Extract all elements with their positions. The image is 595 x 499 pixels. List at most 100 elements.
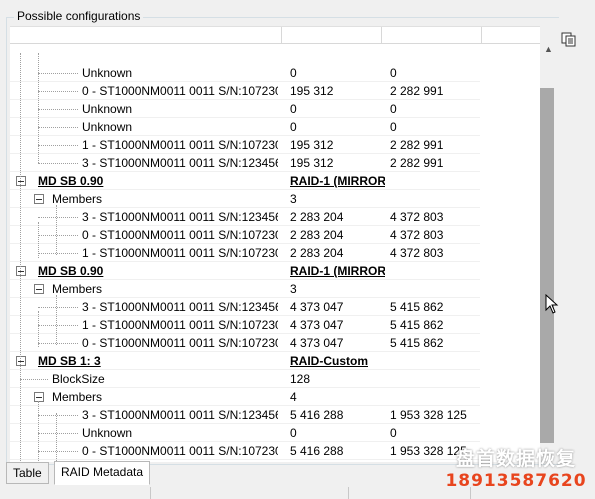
collapse-toggle-icon[interactable] — [16, 266, 26, 276]
tree-item-value-2 — [390, 370, 490, 388]
collapse-toggle-icon[interactable] — [34, 392, 44, 402]
tree-item-value-2 — [390, 352, 490, 370]
tree-item-value-2: 0 — [390, 66, 397, 80]
tree-item-value-2 — [390, 190, 490, 208]
tree-leaf-row[interactable]: Unknown 0 0 — [10, 424, 480, 442]
tree-leaf-row[interactable]: 1 - ST1000NM0011 0011 S/N:107230F... 195 … — [10, 136, 480, 154]
tree-connector — [38, 433, 78, 434]
tree-node-row[interactable]: Members 4 — [10, 388, 480, 406]
status-divider — [348, 487, 349, 499]
tree-group-row[interactable]: MD SB 0.90 RAID-1 (MIRROR) — [10, 172, 480, 190]
tree-item-value-2 — [390, 280, 490, 298]
column-header-start[interactable] — [282, 27, 382, 44]
tree-item-label: 3 - ST1000NM0011 0011 S/N:1234567... — [82, 156, 278, 170]
tree-item-value-2: 1 953 328 125 — [390, 408, 467, 422]
tree-leaf-row[interactable]: 0 - ST1000NM0011 0011 S/N:107230F... 5 41… — [10, 442, 480, 460]
tree-item-value-2: 0 — [390, 426, 397, 440]
tree-item-label: 0 - ST1000NM0011 0011 S/N:107230F... — [82, 336, 278, 350]
tree-item-value: 3 — [290, 192, 297, 206]
column-header-filler — [482, 27, 540, 44]
copy-button[interactable] — [560, 31, 578, 48]
tree-leaf-row[interactable]: 0 - ST1000NM0011 0011 S/N:107230F... 2 28… — [10, 226, 480, 244]
watermark-text: 盘首数据恢复 — [455, 448, 576, 470]
tree-item-value: 195 312 — [290, 84, 334, 98]
tree-item-value-2: 2 282 991 — [390, 156, 444, 170]
tree-leaf-row[interactable]: 3 - ST1000NM0011 0011 S/N:1234567... 5 41… — [10, 406, 480, 424]
tree-group-row[interactable]: MD SB 0.90 RAID-1 (MIRROR) — [10, 262, 480, 280]
tree-item-label: 3 - ST1000NM0011 0011 S/N:1234567... — [82, 210, 278, 224]
tree-item-value: 2 283 204 — [290, 246, 344, 260]
tree-connector — [38, 145, 78, 146]
tree-leaf-row[interactable]: 0 - ST1000NM0011 0011 S/N:107230F... 4 37… — [10, 334, 480, 352]
tree-leaf-row[interactable]: 3 - ST1000NM0011 0011 S/N:1234567... 4 37… — [10, 298, 480, 316]
tree-leaf-row[interactable]: Unknown 0 0 — [10, 100, 480, 118]
vertical-scrollbar[interactable]: ▲ — [540, 26, 557, 461]
column-header-name[interactable] — [10, 27, 282, 44]
tree-item-value: 195 312 — [290, 156, 334, 170]
scroll-thumb[interactable] — [540, 88, 554, 443]
tree-item-value-2: 0 — [390, 102, 397, 116]
tree-leaf-row[interactable]: 3 - ST1000NM0011 0011 S/N:1234567... 195 … — [10, 154, 480, 172]
tree-leaf-row[interactable]: BlockSize 128 — [10, 370, 480, 388]
mouse-cursor-icon — [545, 294, 559, 314]
tree-connector — [38, 451, 78, 452]
tab-table[interactable]: Table — [6, 462, 49, 484]
column-header-end[interactable] — [382, 27, 482, 44]
watermark-phone: 18913587620 — [445, 471, 587, 491]
tree-leaf-row[interactable]: 1 - ST1000NM0011 0011 S/N:107230F... 4 37… — [10, 316, 480, 334]
tree-item-value-2: 5 415 862 — [390, 300, 444, 314]
tree-group-row[interactable]: MD SB 1: 3 RAID-Custom — [10, 352, 480, 370]
tree-item-label: Members — [52, 390, 103, 404]
tree-item-value: 2 283 204 — [290, 228, 344, 242]
tree-leaf-row[interactable]: Unknown 0 0 — [10, 118, 480, 136]
tree-item-value: 0 — [290, 66, 297, 80]
scroll-up-button[interactable]: ▲ — [540, 42, 557, 56]
collapse-toggle-icon[interactable] — [34, 284, 44, 294]
tree-item-label: 1 - ST1000NM0011 0011 S/N:107230F... — [82, 318, 278, 332]
tree-leaf-row[interactable]: 0 - ST1000NM0011 0011 S/N:107230F... 195 … — [10, 82, 480, 100]
tree-connector — [38, 91, 78, 92]
tree-item-label: 3 - ST1000NM0011 0011 S/N:1234567... — [82, 408, 278, 422]
tree-node-row[interactable]: Members 3 — [10, 190, 480, 208]
tree-item-value: 5 416 288 — [290, 408, 344, 422]
tab-raid-metadata[interactable]: RAID Metadata — [54, 461, 151, 485]
tree-item-label: 0 - ST1000NM0011 0011 S/N:107230F... — [82, 228, 278, 242]
collapse-toggle-icon[interactable] — [16, 176, 26, 186]
tree-connector — [38, 253, 78, 254]
tree-item-value: 195 312 — [290, 138, 334, 152]
tree-item-label: Members — [52, 282, 103, 296]
tree-item-label: 0 - ST1000NM0011 0011 S/N:107230F... — [82, 444, 278, 458]
tree-item-value-2: 5 415 862 — [390, 336, 444, 350]
tree-item-value-2 — [390, 388, 490, 406]
tree-item-label: Unknown — [82, 66, 133, 80]
tree-connector — [38, 127, 78, 128]
tree-guide-line — [56, 413, 57, 462]
tree-item-label: 0 - ST1000NM0011 0011 S/N:107230F... — [82, 84, 278, 98]
tree-item-label: Unknown — [82, 426, 133, 440]
tree-item-value: RAID-Custom — [290, 354, 368, 368]
tree-guide-line — [38, 222, 39, 258]
tree-item-value: RAID-1 (MIRROR) — [290, 174, 385, 188]
tree-item-value: RAID-1 (MIRROR) — [290, 264, 385, 278]
tree-item-value: 3 — [290, 282, 297, 296]
tree-item-label: 1 - ST1000NM0011 0011 S/N:107230F... — [82, 138, 278, 152]
tree-item-label: MD SB 0.90 — [38, 174, 104, 188]
tree-leaf-row[interactable]: 3 - ST1000NM0011 0011 S/N:1234567... 2 28… — [10, 208, 480, 226]
tree-leaf-row[interactable]: Unknown 0 0 — [10, 64, 480, 82]
chevron-up-icon: ▲ — [544, 44, 553, 54]
tree-guide-line — [38, 401, 39, 461]
tree-item-label: Unknown — [82, 120, 133, 134]
tree-guide-line — [56, 205, 57, 255]
collapse-toggle-icon[interactable] — [16, 356, 26, 366]
collapse-toggle-icon[interactable] — [34, 194, 44, 204]
tree-node-row[interactable]: Members 3 — [10, 280, 480, 298]
configurations-tree[interactable]: Unknown 0 0 0 - ST1000NM0011 0011 S/N:10723… — [10, 26, 540, 462]
tree-connector — [38, 235, 78, 236]
tree-item-value: 4 373 047 — [290, 336, 344, 350]
tree-guide-line — [20, 53, 21, 462]
tree-leaf-row[interactable]: 1 - ST1000NM0011 0011 S/N:107230F... 2 28… — [10, 244, 480, 262]
tree-connector — [38, 307, 78, 308]
tree-item-value: 4 — [290, 390, 297, 404]
tree-connector — [38, 325, 78, 326]
tree-guide-line — [56, 295, 57, 345]
